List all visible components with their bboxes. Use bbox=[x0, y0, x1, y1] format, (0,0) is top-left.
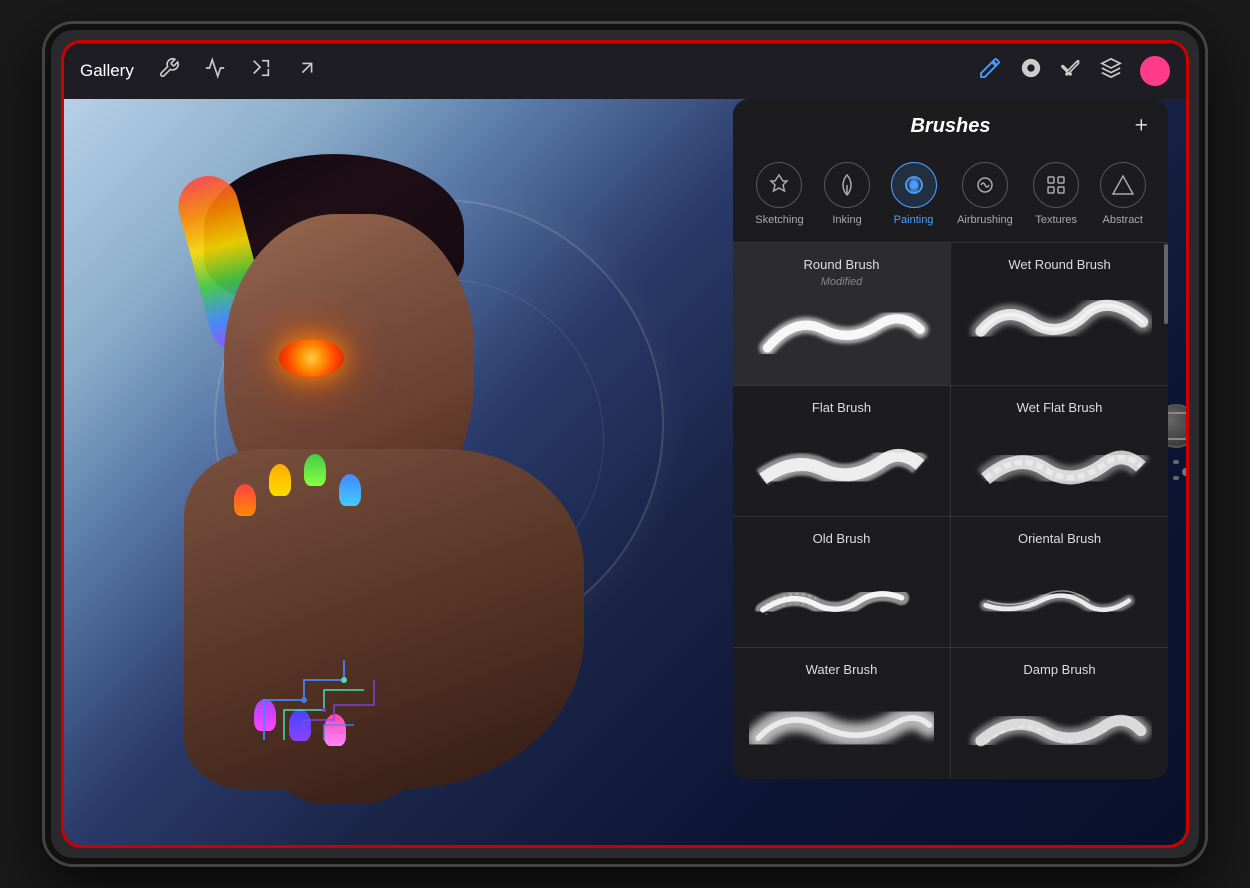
arrow-icon[interactable] bbox=[296, 57, 318, 85]
brush-flat-name: Flat Brush bbox=[812, 400, 871, 415]
brushes-title: Brushes bbox=[910, 115, 990, 138]
brush-water-name: Water Brush bbox=[806, 662, 878, 677]
toolbar-right bbox=[978, 56, 1170, 86]
brush-categories: Sketching Inking bbox=[733, 154, 1168, 243]
nail-blue bbox=[339, 474, 361, 506]
eye-glow bbox=[279, 339, 344, 377]
brush-flat-stroke bbox=[749, 425, 934, 505]
brushes-add-button[interactable]: + bbox=[1134, 113, 1148, 140]
cat-inking-label: Inking bbox=[832, 214, 861, 226]
cat-sketching-label: Sketching bbox=[755, 214, 803, 226]
cat-abstract[interactable]: Abstract bbox=[1100, 162, 1146, 226]
cat-painting-icon bbox=[891, 162, 937, 208]
cat-painting[interactable]: Painting bbox=[891, 162, 937, 226]
brush-damp-name: Damp Brush bbox=[1023, 662, 1095, 677]
brush-oriental-stroke bbox=[967, 556, 1152, 636]
side-controls bbox=[1182, 468, 1186, 476]
cat-textures[interactable]: Textures bbox=[1033, 162, 1079, 226]
eraser-tool-icon[interactable] bbox=[1060, 57, 1082, 85]
toolbar: Gallery bbox=[64, 43, 1186, 99]
brush-wet-round-name: Wet Round Brush bbox=[1008, 257, 1110, 272]
layers-tool-icon[interactable] bbox=[1100, 57, 1122, 85]
cat-abstract-label: Abstract bbox=[1103, 214, 1143, 226]
brushes-panel: Brushes + Sketching bbox=[733, 99, 1168, 779]
brush-wet-flat-stroke bbox=[967, 425, 1152, 505]
brush-wet-round-stroke bbox=[967, 282, 1152, 362]
cat-textures-icon bbox=[1033, 162, 1079, 208]
brush-round-stroke bbox=[749, 294, 934, 374]
cat-inking[interactable]: Inking bbox=[824, 162, 870, 226]
brush-grid: Round Brush Modified bbox=[733, 243, 1168, 778]
cat-airbrushing[interactable]: Airbrushing bbox=[957, 162, 1013, 226]
brush-damp[interactable]: Damp Brush bbox=[951, 648, 1168, 778]
cat-abstract-icon bbox=[1100, 162, 1146, 208]
brush-wet-flat-name: Wet Flat Brush bbox=[1017, 400, 1103, 415]
brush-old[interactable]: Old Brush bbox=[733, 517, 950, 647]
cat-sketching[interactable]: Sketching bbox=[755, 162, 803, 226]
brush-wet-round[interactable]: Wet Round Brush bbox=[951, 243, 1168, 385]
cat-airbrushing-label: Airbrushing bbox=[957, 214, 1013, 226]
wrench-icon[interactable] bbox=[158, 57, 180, 85]
toolbar-left: Gallery bbox=[80, 57, 978, 85]
gallery-button[interactable]: Gallery bbox=[80, 61, 134, 81]
brush-water[interactable]: Water Brush bbox=[733, 648, 950, 778]
brush-water-stroke bbox=[749, 687, 934, 767]
tablet-frame: Gallery bbox=[45, 24, 1205, 864]
brush-old-stroke bbox=[749, 556, 934, 636]
brush-round-subtitle: Modified bbox=[821, 276, 863, 288]
nail-red bbox=[234, 484, 256, 516]
smudge-tool-icon[interactable] bbox=[1020, 57, 1042, 85]
nail-green bbox=[304, 454, 326, 486]
brush-old-name: Old Brush bbox=[813, 531, 871, 546]
canvas-area[interactable]: Brushes + Sketching bbox=[64, 99, 1186, 845]
brush-tool-icon[interactable] bbox=[978, 56, 1002, 86]
side-dot-top bbox=[1173, 460, 1179, 464]
side-dot-1 bbox=[1182, 468, 1186, 476]
artwork: Brushes + Sketching bbox=[64, 99, 1186, 845]
adjust-icon[interactable] bbox=[204, 57, 226, 85]
cat-textures-label: Textures bbox=[1035, 214, 1077, 226]
cat-airbrushing-icon bbox=[962, 162, 1008, 208]
cat-painting-label: Painting bbox=[894, 214, 934, 226]
cat-inking-icon bbox=[824, 162, 870, 208]
color-picker[interactable] bbox=[1140, 56, 1170, 86]
circuit-patterns bbox=[244, 560, 444, 765]
brush-wet-flat[interactable]: Wet Flat Brush bbox=[951, 386, 1168, 516]
brushes-header: Brushes + bbox=[733, 99, 1168, 154]
nail-yellow bbox=[269, 464, 291, 496]
panel-scrollbar[interactable] bbox=[1164, 244, 1168, 324]
brush-oriental-name: Oriental Brush bbox=[1018, 531, 1101, 546]
brush-oriental[interactable]: Oriental Brush bbox=[951, 517, 1168, 647]
cat-sketching-icon bbox=[756, 162, 802, 208]
brush-round-name: Round Brush bbox=[804, 257, 880, 272]
brush-damp-stroke bbox=[967, 687, 1152, 767]
brush-flat[interactable]: Flat Brush bbox=[733, 386, 950, 516]
transform-icon[interactable] bbox=[250, 57, 272, 85]
side-dot-bottom bbox=[1173, 476, 1179, 480]
brush-round-brush[interactable]: Round Brush Modified bbox=[733, 243, 950, 385]
screen: Gallery bbox=[64, 43, 1186, 845]
